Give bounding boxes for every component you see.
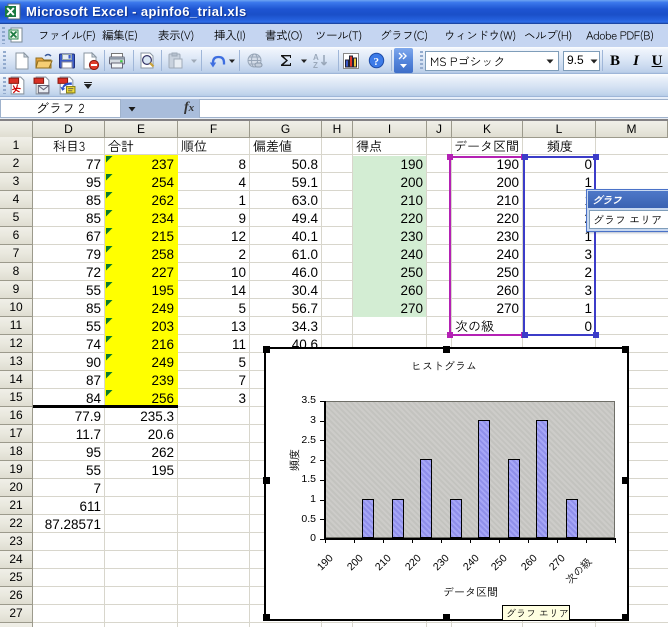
svg-text:Z: Z: [313, 61, 318, 70]
svg-text:?: ?: [374, 56, 380, 68]
